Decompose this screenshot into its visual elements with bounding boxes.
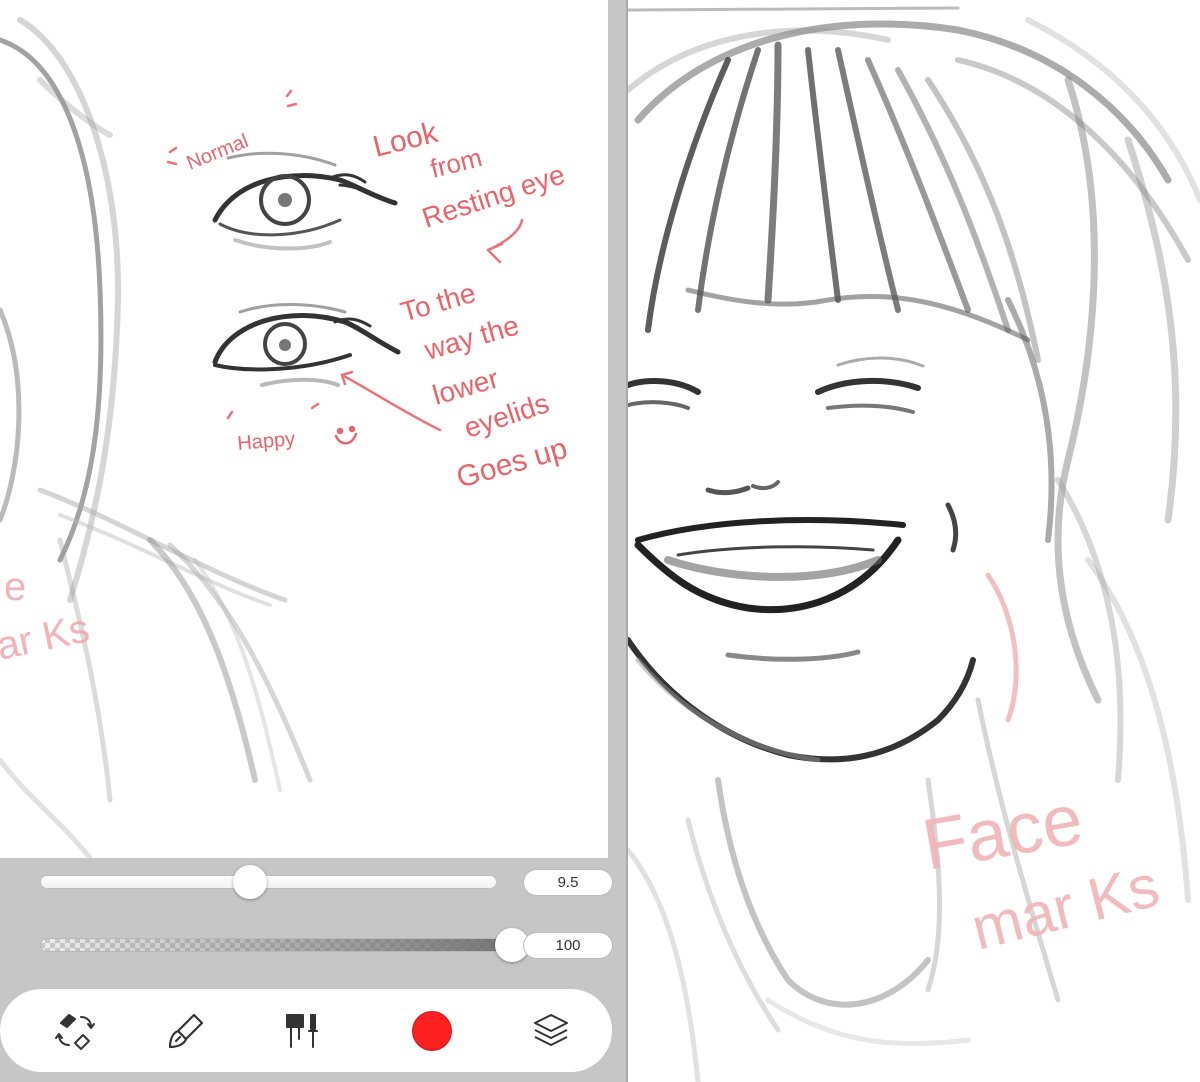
brush-size-slider[interactable] — [40, 875, 497, 889]
current-color-swatch — [413, 1012, 451, 1050]
left-drawing-canvas[interactable]: Normal Look from Resting eye To the way … — [0, 0, 608, 858]
panel-divider — [608, 0, 626, 1082]
brush-icon — [168, 1013, 204, 1049]
brush-size-value[interactable]: 9.5 — [524, 870, 612, 895]
brush-library-button[interactable] — [280, 1008, 326, 1054]
bottom-toolbar — [0, 989, 612, 1072]
layers-button[interactable] — [528, 1008, 574, 1054]
annotation-to-the: To the — [397, 277, 479, 328]
laughing-face-sketch: Face mar Ks — [628, 6, 1200, 1082]
brush-button[interactable] — [163, 1008, 209, 1054]
brush-controls: 9.5 100 — [0, 858, 612, 1082]
layers-icon — [534, 1014, 568, 1046]
annotation-face: Face — [917, 779, 1089, 886]
brush-opacity-slider[interactable] — [40, 938, 512, 952]
brush-library-icon — [286, 1014, 318, 1048]
color-picker-button[interactable] — [409, 1008, 455, 1054]
annotation-normal: Normal — [184, 130, 252, 175]
annotation-face-partial: e — [4, 565, 26, 609]
brush-eraser-swap-icon — [55, 1014, 95, 1050]
annotation-happy: Happy — [237, 428, 297, 455]
brush-size-slider-thumb[interactable] — [233, 865, 268, 899]
right-drawing-canvas[interactable]: Face mar Ks — [628, 0, 1200, 1082]
swap-brush-eraser-button[interactable] — [52, 1008, 98, 1054]
annotation-marks-partial: ar Ks — [0, 606, 93, 668]
eye-study-sketch: Normal Look from Resting eye To the way … — [0, 17, 571, 858]
brush-opacity-value[interactable]: 100 — [524, 933, 612, 958]
